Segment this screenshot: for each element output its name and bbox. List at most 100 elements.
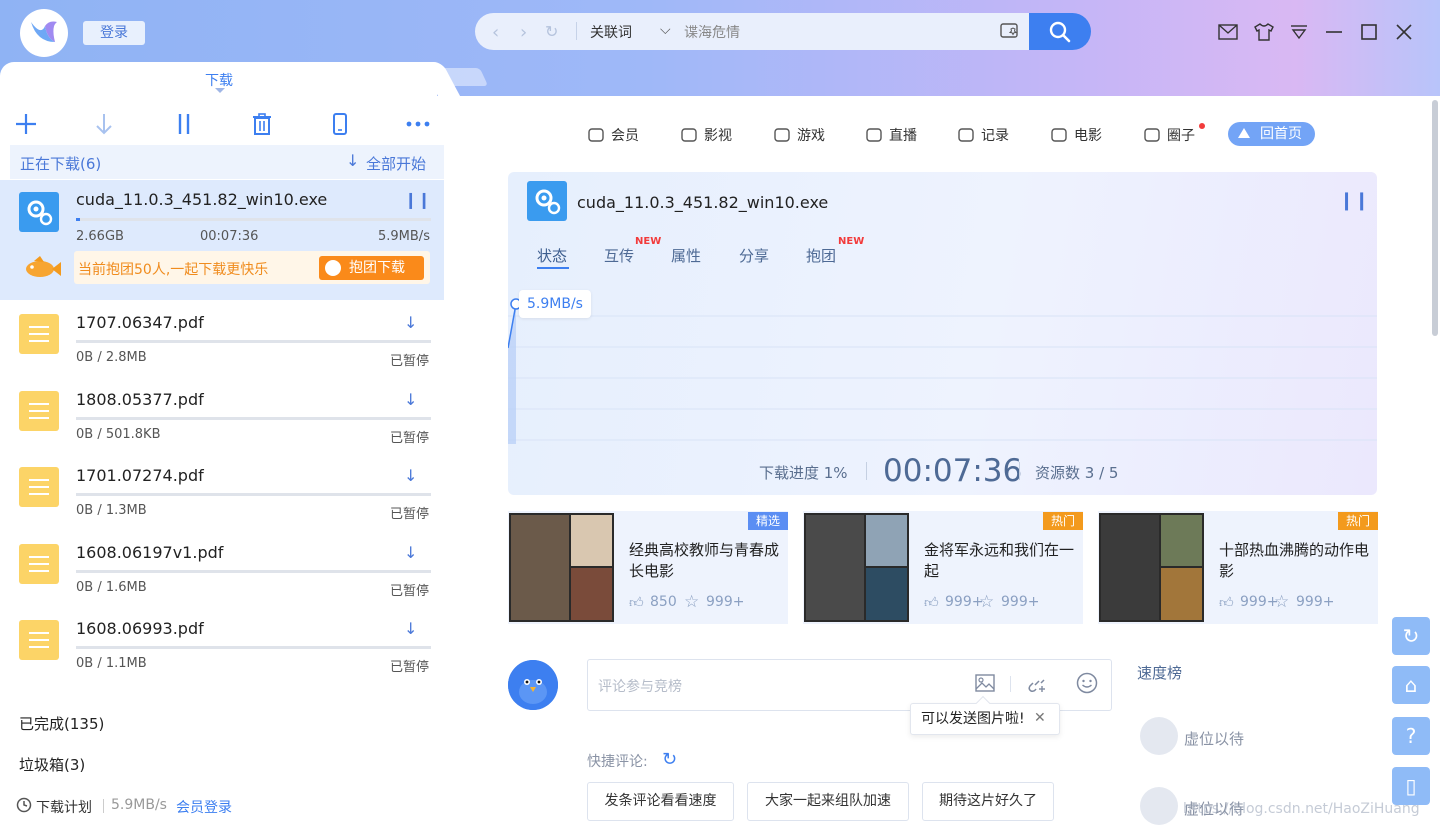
phone-float-icon[interactable]: ▯ (1392, 767, 1430, 805)
start-all-button[interactable]: 全部开始 (366, 153, 426, 174)
detail-tab-status[interactable]: 状态 (537, 245, 567, 266)
maximize-icon[interactable] (1357, 20, 1381, 44)
circle-icon (1143, 126, 1161, 144)
refresh-icon[interactable]: ↻ (545, 22, 558, 41)
download-plan-link[interactable]: 下载计划 (36, 797, 92, 817)
nav-item-label: 圈子 (1167, 128, 1195, 144)
tooltip-close-icon[interactable]: ✕ (1034, 710, 1046, 726)
detail-pause-icon[interactable]: ❙❙ (1339, 190, 1369, 211)
speed-graph (508, 298, 1377, 444)
rank-slot-1: 虚位以待 (1184, 730, 1245, 748)
home-triangle-icon (1238, 128, 1250, 138)
downloading-count[interactable]: 正在下载(6) (20, 153, 101, 174)
link-add-icon[interactable] (1027, 673, 1047, 697)
trash-link[interactable]: 垃圾箱(3) (19, 754, 85, 775)
keyword-type-label[interactable]: 关联词 (590, 22, 632, 42)
tab-new[interactable] (439, 68, 489, 86)
refresh-quick-icon[interactable]: ↻ (662, 749, 677, 770)
card-badge: 热门 (1043, 512, 1083, 530)
resume-download-icon[interactable]: ↓ (404, 466, 417, 485)
nav-item-6[interactable]: 圈子 (1143, 125, 1195, 145)
search-input[interactable]: 谍海危情 (684, 22, 740, 42)
quick-comment-button[interactable]: 大家一起来组队加速 (747, 782, 909, 821)
rank-slot-2-icon (1140, 787, 1178, 825)
start-all-arrow-icon[interactable]: ↓ (346, 151, 359, 170)
more-icon[interactable] (406, 112, 430, 136)
like-icon[interactable]: 👍︎ (1219, 594, 1234, 611)
nav-item-label: 游戏 (797, 128, 825, 144)
chevron-down-icon[interactable]: ⌵ (660, 22, 671, 38)
bird-logo-icon (31, 21, 57, 42)
resume-download-icon[interactable]: ↓ (404, 390, 417, 409)
close-icon[interactable] (1392, 20, 1416, 44)
login-button[interactable]: 登录 (83, 21, 145, 45)
detail-divider (866, 462, 867, 480)
nav-item-3[interactable]: 直播 (865, 125, 917, 145)
nav-item-2[interactable]: 游戏 (773, 125, 825, 145)
bookmark-icon[interactable] (1000, 22, 1020, 44)
tab-caret-icon (215, 88, 225, 93)
status-divider (103, 799, 104, 813)
download-arrow-icon[interactable] (92, 112, 116, 136)
like-icon[interactable]: 👍︎ (629, 594, 644, 611)
nav-item-1[interactable]: 影视 (680, 125, 732, 145)
quick-comment-button[interactable]: 发条评论看看速度 (587, 782, 734, 821)
active-file-size: 2.66GB (76, 229, 124, 244)
list-item-status: 已暂停 (390, 584, 430, 599)
sources-label: 资源数 3 / 5 (1035, 464, 1119, 482)
resume-download-icon[interactable]: ↓ (404, 543, 417, 562)
forward-arrow-icon[interactable]: › (520, 22, 527, 43)
cloud-icon (957, 126, 975, 144)
scrollbar-thumb[interactable] (1432, 100, 1438, 336)
app-logo (20, 9, 68, 57)
star-icon[interactable]: ☆ (979, 592, 994, 612)
list-item-progress (76, 417, 431, 420)
like-icon[interactable]: 👍︎ (924, 594, 939, 611)
detail-tab-share[interactable]: 分享 (739, 245, 769, 266)
feedback-icon[interactable]: ↻ (1392, 617, 1430, 655)
delete-icon[interactable] (250, 112, 274, 136)
search-divider (576, 22, 577, 40)
comment-divider (1010, 676, 1011, 692)
pause-icon[interactable]: ❙❙ (404, 190, 431, 209)
tab-download-label[interactable]: 下载 (205, 70, 233, 90)
completed-link[interactable]: 已完成(135) (19, 713, 104, 734)
detail-tab-properties[interactable]: 属性 (671, 245, 701, 266)
emoji-icon[interactable] (1076, 672, 1098, 698)
detail-tab-group[interactable]: 抱团 (806, 245, 836, 266)
list-item-name: 1608.06197v1.pdf (76, 543, 224, 562)
poster-image (1099, 513, 1204, 622)
card-title: 金将军永远和我们在一起 (924, 541, 1075, 580)
back-arrow-icon[interactable]: ‹ (492, 22, 499, 43)
card-title: 十部热血沸腾的动作电影 (1219, 541, 1370, 580)
search-button[interactable] (1029, 13, 1091, 50)
nav-item-5[interactable]: 电影 (1050, 125, 1102, 145)
nav-item-0[interactable]: 会员 (587, 125, 639, 145)
list-item-status: 已暂停 (390, 507, 430, 522)
nav-item-4[interactable]: 记录 (957, 125, 1009, 145)
resume-download-icon[interactable]: ↓ (404, 619, 417, 638)
minimize-icon[interactable] (1322, 20, 1346, 44)
fish-icon (22, 254, 62, 286)
detail-tab-transfer[interactable]: 互传 (604, 245, 634, 266)
member-login-link[interactable]: 会员登录 (176, 797, 232, 817)
help-icon[interactable]: ? (1392, 717, 1430, 755)
quick-comment-button[interactable]: 期待这片好久了 (922, 782, 1054, 821)
add-icon[interactable] (14, 112, 38, 136)
menu-dropdown-icon[interactable] (1287, 20, 1311, 44)
elapsed-time: 00:07:36 (883, 453, 1023, 489)
mail-icon[interactable] (1216, 20, 1240, 44)
card-likes: 999+ (945, 594, 984, 610)
home-float-icon[interactable]: ⌂ (1392, 666, 1430, 704)
pause-all-icon[interactable] (172, 112, 196, 136)
quick-comment-label: 快捷评论: (587, 754, 648, 770)
skin-icon[interactable] (1252, 20, 1276, 44)
pdf-file-icon (19, 314, 59, 354)
resume-download-icon[interactable]: ↓ (404, 313, 417, 332)
mobile-icon[interactable] (328, 112, 352, 136)
list-item-status: 已暂停 (390, 354, 430, 369)
active-speed: 5.9MB/s (378, 229, 430, 244)
image-icon[interactable] (975, 674, 995, 696)
star-icon[interactable]: ☆ (1274, 592, 1289, 612)
star-icon[interactable]: ☆ (684, 592, 699, 612)
